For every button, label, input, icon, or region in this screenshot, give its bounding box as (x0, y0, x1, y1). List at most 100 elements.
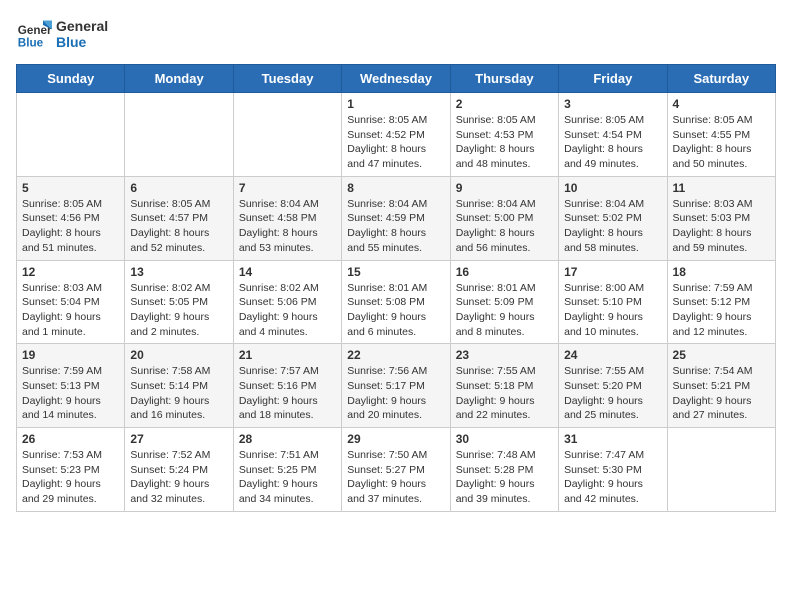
logo-icon: General Blue (16, 16, 52, 52)
calendar-cell: 9Sunrise: 8:04 AM Sunset: 5:00 PM Daylig… (450, 176, 558, 260)
day-info: Sunrise: 7:59 AM Sunset: 5:13 PM Dayligh… (22, 364, 119, 423)
day-info: Sunrise: 7:53 AM Sunset: 5:23 PM Dayligh… (22, 448, 119, 507)
calendar-cell: 4 Sunrise: 8:05 AM Sunset: 4:55 PM Daylig… (667, 93, 775, 177)
calendar-cell: 11 Sunrise: 8:03 AM Sunset: 5:03 PM Dayli… (667, 176, 775, 260)
calendar-cell: 25Sunrise: 7:54 AM Sunset: 5:21 PM Dayli… (667, 344, 775, 428)
day-number: 4 (673, 97, 770, 111)
day-info: Sunrise: 7:57 AM Sunset: 5:16 PM Dayligh… (239, 364, 336, 423)
logo: General Blue General Blue (16, 16, 108, 52)
calendar-cell: 23 Sunrise: 7:55 AM Sunset: 5:18 PM Dayli… (450, 344, 558, 428)
day-number: 23 (456, 348, 553, 362)
day-info: Sunrise: 8:05 AM Sunset: 4:56 PM Dayligh… (22, 197, 119, 256)
calendar-cell (17, 93, 125, 177)
weekday-header-friday: Friday (559, 65, 667, 93)
day-number: 3 (564, 97, 661, 111)
day-info: Sunrise: 8:04 AM Sunset: 5:02 PM Dayligh… (564, 197, 661, 256)
week-row-4: 19 Sunrise: 7:59 AM Sunset: 5:13 PM Dayli… (17, 344, 776, 428)
calendar-cell: 10 Sunrise: 8:04 AM Sunset: 5:02 PM Dayli… (559, 176, 667, 260)
calendar-cell: 22 Sunrise: 7:56 AM Sunset: 5:17 PM Dayli… (342, 344, 450, 428)
day-info: Sunrise: 7:54 AM Sunset: 5:21 PM Dayligh… (673, 364, 770, 423)
day-number: 5 (22, 181, 119, 195)
day-info: Sunrise: 7:51 AM Sunset: 5:25 PM Dayligh… (239, 448, 336, 507)
day-number: 24 (564, 348, 661, 362)
day-number: 12 (22, 265, 119, 279)
calendar-cell: 17Sunrise: 8:00 AM Sunset: 5:10 PM Dayli… (559, 260, 667, 344)
calendar-cell: 1 Sunrise: 8:05 AM Sunset: 4:52 PM Daylig… (342, 93, 450, 177)
calendar-cell: 6 Sunrise: 8:05 AM Sunset: 4:57 PM Daylig… (125, 176, 233, 260)
weekday-header-monday: Monday (125, 65, 233, 93)
day-info: Sunrise: 7:55 AM Sunset: 5:20 PM Dayligh… (564, 364, 661, 423)
day-number: 22 (347, 348, 444, 362)
day-info: Sunrise: 8:05 AM Sunset: 4:52 PM Dayligh… (347, 113, 444, 172)
calendar-cell: 19 Sunrise: 7:59 AM Sunset: 5:13 PM Dayli… (17, 344, 125, 428)
day-info: Sunrise: 8:03 AM Sunset: 5:04 PM Dayligh… (22, 281, 119, 340)
logo-text-general: General (56, 18, 108, 34)
day-info: Sunrise: 8:02 AM Sunset: 5:05 PM Dayligh… (130, 281, 227, 340)
calendar-cell (233, 93, 341, 177)
day-number: 2 (456, 97, 553, 111)
day-info: Sunrise: 8:05 AM Sunset: 4:57 PM Dayligh… (130, 197, 227, 256)
day-info: Sunrise: 8:04 AM Sunset: 5:00 PM Dayligh… (456, 197, 553, 256)
day-info: Sunrise: 7:47 AM Sunset: 5:30 PM Dayligh… (564, 448, 661, 507)
calendar-cell: 28Sunrise: 7:51 AM Sunset: 5:25 PM Dayli… (233, 428, 341, 512)
day-number: 14 (239, 265, 336, 279)
weekday-header-thursday: Thursday (450, 65, 558, 93)
day-info: Sunrise: 8:01 AM Sunset: 5:09 PM Dayligh… (456, 281, 553, 340)
day-number: 11 (673, 181, 770, 195)
day-number: 19 (22, 348, 119, 362)
day-info: Sunrise: 8:05 AM Sunset: 4:53 PM Dayligh… (456, 113, 553, 172)
day-info: Sunrise: 8:00 AM Sunset: 5:10 PM Dayligh… (564, 281, 661, 340)
svg-text:Blue: Blue (18, 37, 44, 50)
calendar-cell: 8Sunrise: 8:04 AM Sunset: 4:59 PM Daylig… (342, 176, 450, 260)
day-number: 29 (347, 432, 444, 446)
day-info: Sunrise: 7:52 AM Sunset: 5:24 PM Dayligh… (130, 448, 227, 507)
day-info: Sunrise: 7:50 AM Sunset: 5:27 PM Dayligh… (347, 448, 444, 507)
calendar-cell: 20 Sunrise: 7:58 AM Sunset: 5:14 PM Dayli… (125, 344, 233, 428)
weekday-header-wednesday: Wednesday (342, 65, 450, 93)
logo-text-blue: Blue (56, 34, 108, 50)
page-header: General Blue General Blue (16, 16, 776, 52)
calendar-cell: 24 Sunrise: 7:55 AM Sunset: 5:20 PM Dayli… (559, 344, 667, 428)
day-info: Sunrise: 7:58 AM Sunset: 5:14 PM Dayligh… (130, 364, 227, 423)
weekday-header-row: SundayMondayTuesdayWednesdayThursdayFrid… (17, 65, 776, 93)
day-info: Sunrise: 7:48 AM Sunset: 5:28 PM Dayligh… (456, 448, 553, 507)
week-row-2: 5 Sunrise: 8:05 AM Sunset: 4:56 PM Daylig… (17, 176, 776, 260)
day-number: 27 (130, 432, 227, 446)
calendar-table: SundayMondayTuesdayWednesdayThursdayFrid… (16, 64, 776, 512)
calendar-cell: 31 Sunrise: 7:47 AM Sunset: 5:30 PM Dayli… (559, 428, 667, 512)
calendar-cell: 2 Sunrise: 8:05 AM Sunset: 4:53 PM Daylig… (450, 93, 558, 177)
day-number: 18 (673, 265, 770, 279)
weekday-header-tuesday: Tuesday (233, 65, 341, 93)
day-info: Sunrise: 8:05 AM Sunset: 4:55 PM Dayligh… (673, 113, 770, 172)
day-info: Sunrise: 8:05 AM Sunset: 4:54 PM Dayligh… (564, 113, 661, 172)
calendar-cell: 12 Sunrise: 8:03 AM Sunset: 5:04 PM Dayli… (17, 260, 125, 344)
day-number: 6 (130, 181, 227, 195)
day-info: Sunrise: 7:56 AM Sunset: 5:17 PM Dayligh… (347, 364, 444, 423)
day-info: Sunrise: 7:55 AM Sunset: 5:18 PM Dayligh… (456, 364, 553, 423)
day-number: 15 (347, 265, 444, 279)
calendar-cell: 15 Sunrise: 8:01 AM Sunset: 5:08 PM Dayli… (342, 260, 450, 344)
calendar-cell: 14 Sunrise: 8:02 AM Sunset: 5:06 PM Dayli… (233, 260, 341, 344)
weekday-header-saturday: Saturday (667, 65, 775, 93)
week-row-1: 1 Sunrise: 8:05 AM Sunset: 4:52 PM Daylig… (17, 93, 776, 177)
day-number: 13 (130, 265, 227, 279)
day-number: 26 (22, 432, 119, 446)
day-number: 1 (347, 97, 444, 111)
day-number: 21 (239, 348, 336, 362)
day-number: 8 (347, 181, 444, 195)
day-info: Sunrise: 7:59 AM Sunset: 5:12 PM Dayligh… (673, 281, 770, 340)
calendar-cell: 30Sunrise: 7:48 AM Sunset: 5:28 PM Dayli… (450, 428, 558, 512)
day-info: Sunrise: 8:01 AM Sunset: 5:08 PM Dayligh… (347, 281, 444, 340)
day-number: 10 (564, 181, 661, 195)
calendar-cell: 26 Sunrise: 7:53 AM Sunset: 5:23 PM Dayli… (17, 428, 125, 512)
weekday-header-sunday: Sunday (17, 65, 125, 93)
calendar-cell: 5 Sunrise: 8:05 AM Sunset: 4:56 PM Daylig… (17, 176, 125, 260)
calendar-cell (125, 93, 233, 177)
calendar-cell: 18 Sunrise: 7:59 AM Sunset: 5:12 PM Dayli… (667, 260, 775, 344)
day-number: 16 (456, 265, 553, 279)
day-info: Sunrise: 8:03 AM Sunset: 5:03 PM Dayligh… (673, 197, 770, 256)
day-number: 31 (564, 432, 661, 446)
day-number: 20 (130, 348, 227, 362)
day-info: Sunrise: 8:02 AM Sunset: 5:06 PM Dayligh… (239, 281, 336, 340)
week-row-5: 26 Sunrise: 7:53 AM Sunset: 5:23 PM Dayli… (17, 428, 776, 512)
